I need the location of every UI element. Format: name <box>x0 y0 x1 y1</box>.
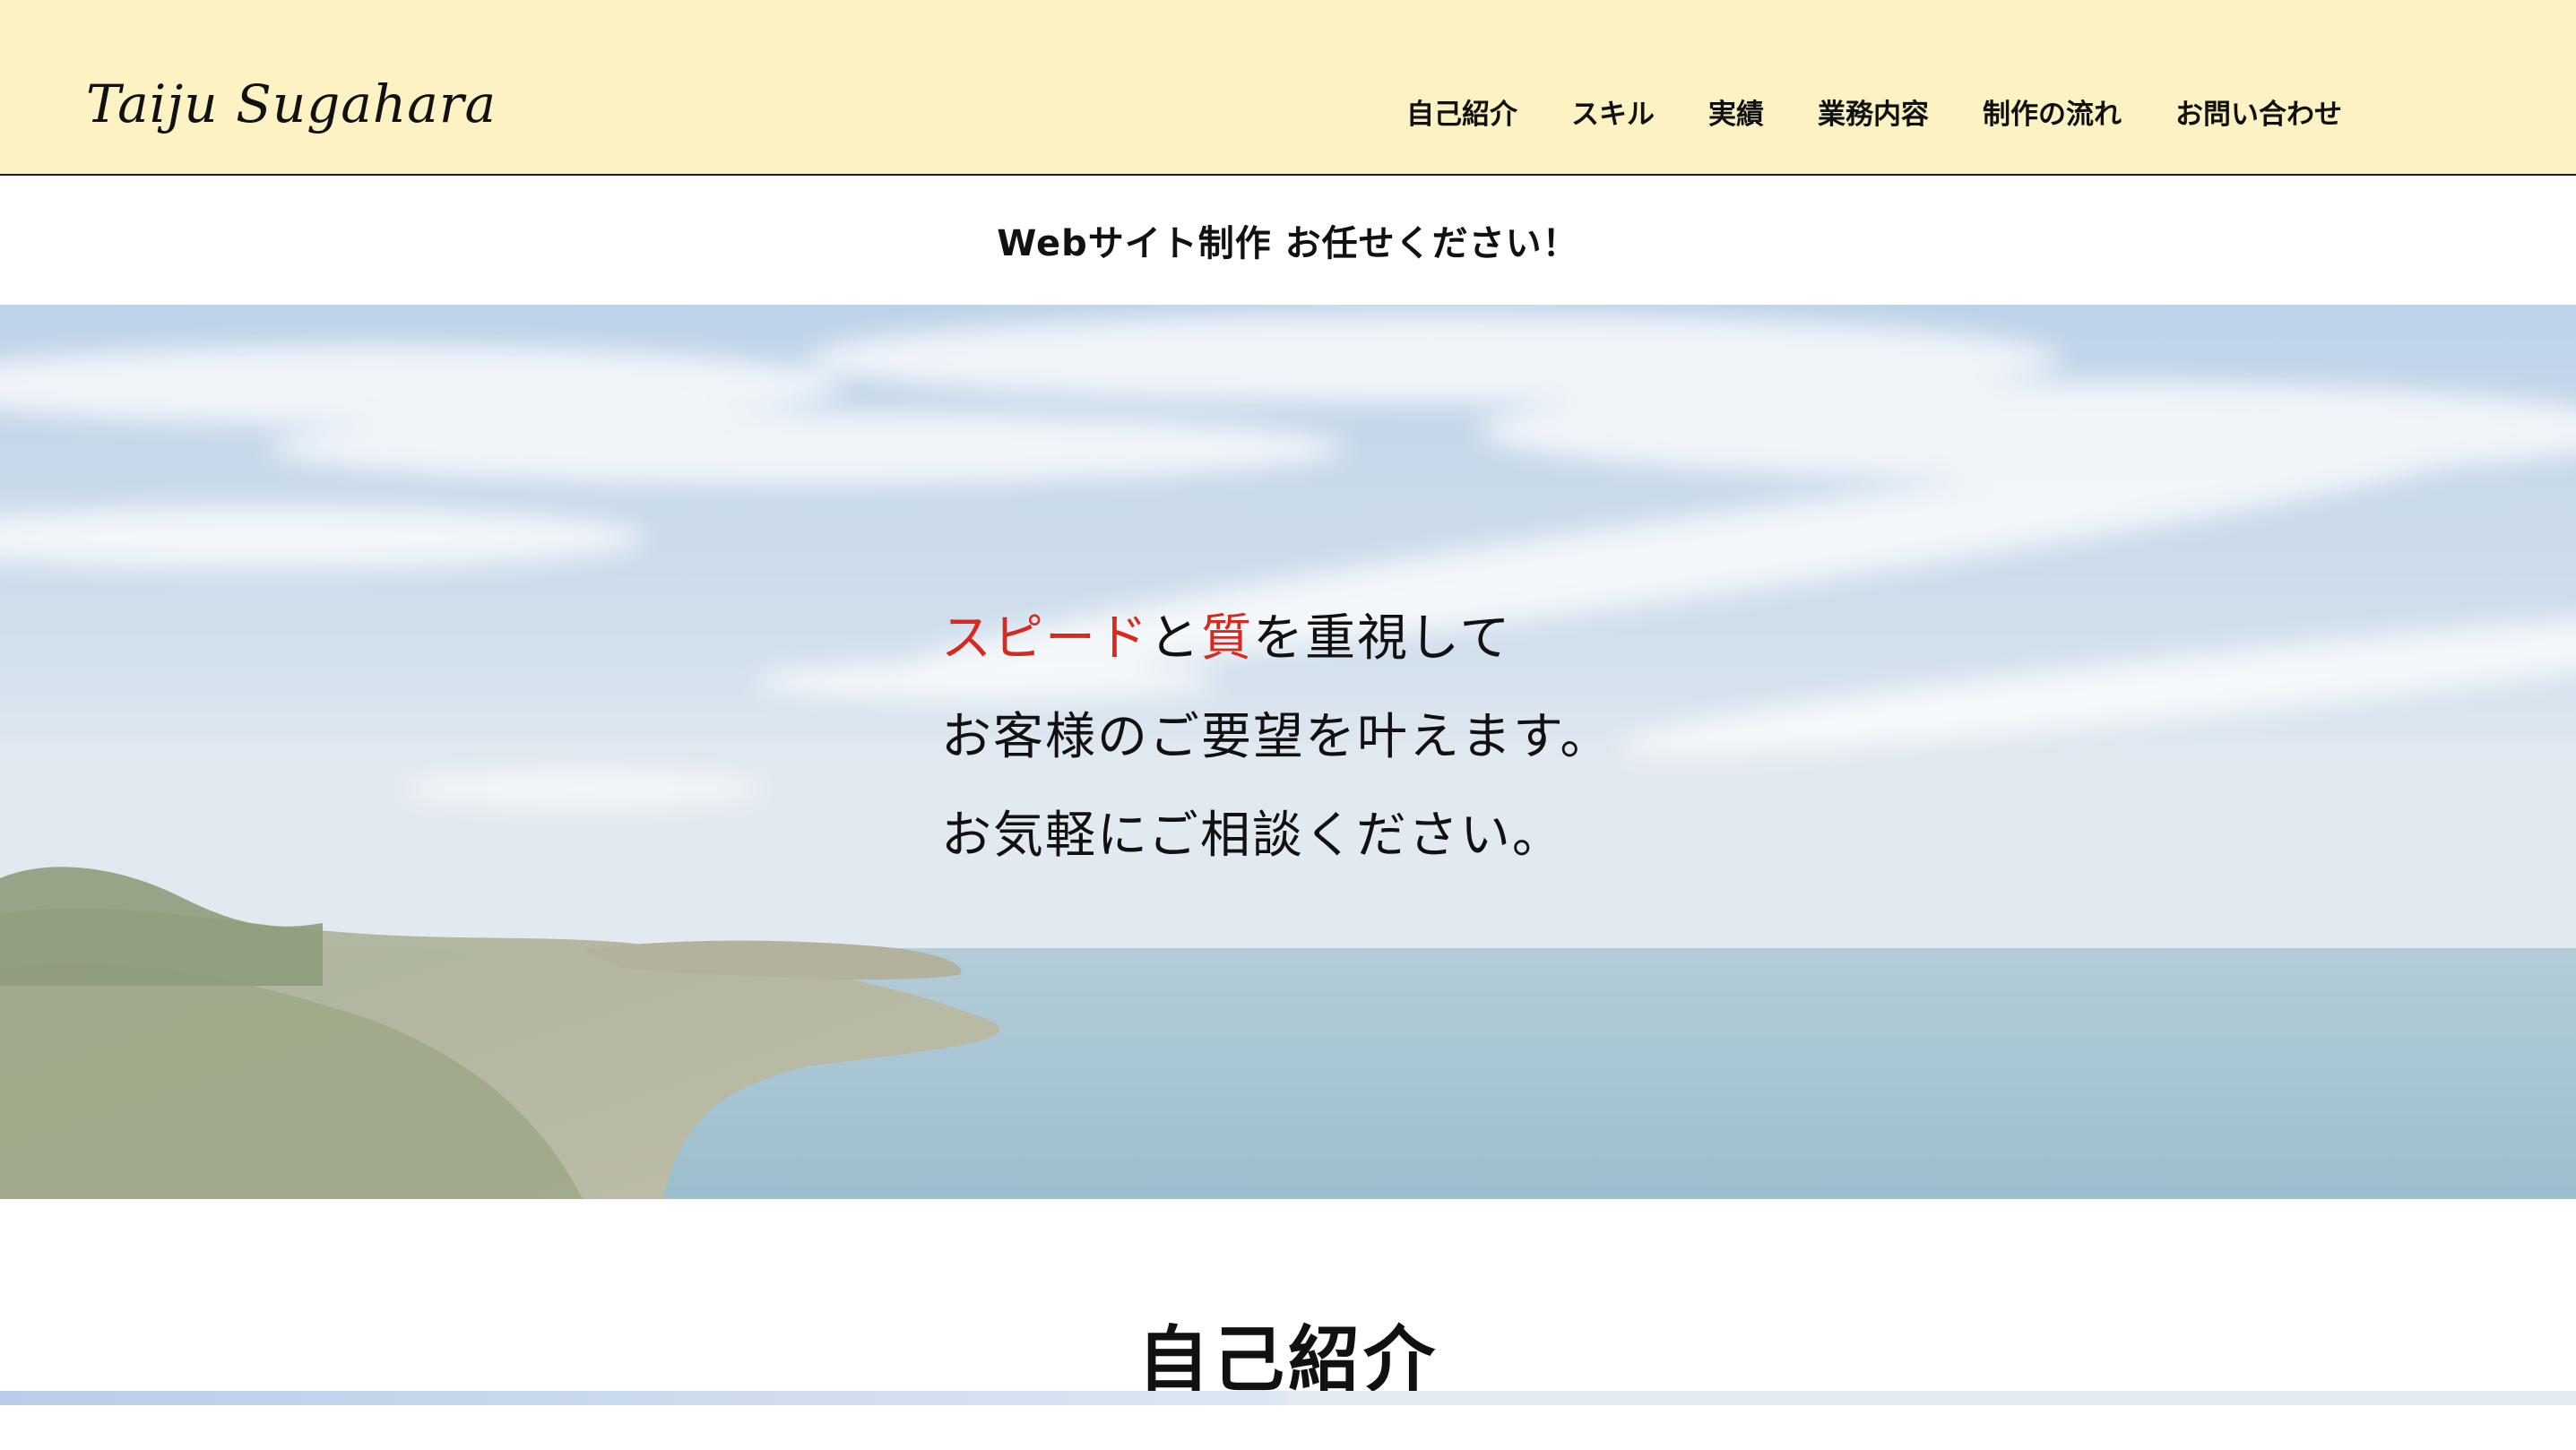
hero-line-3: お気軽にご相談ください。 <box>941 807 1564 865</box>
main-nav: 自己紹介 スキル 実績 業務内容 制作の流れ お問い合わせ <box>1406 91 2342 132</box>
nav-item-flow[interactable]: 制作の流れ <box>1983 91 2122 132</box>
hero-line-2: お客様のご要望を叶えます。 <box>941 708 1612 766</box>
section-title-about: 自己紹介 <box>1137 1318 1439 1403</box>
next-section-preview-right <box>1286 1391 2576 1405</box>
hero-line-1-mid: と <box>1149 609 1201 668</box>
hero-message: スピードと質を重視して お客様のご要望を叶えます。 お気軽にご相談ください。 <box>941 590 1612 885</box>
tagline-text: Webサイト制作 お任せください！ <box>997 223 1579 264</box>
hero-accent-quality: 質 <box>1201 609 1253 668</box>
tagline-bar: Webサイト制作 お任せください！ <box>0 176 2576 305</box>
site-logo[interactable]: Taiju Sugahara <box>86 73 497 134</box>
nav-item-about[interactable]: 自己紹介 <box>1406 91 1517 132</box>
nav-item-skills[interactable]: スキル <box>1571 91 1655 132</box>
nav-item-works[interactable]: 実績 <box>1708 91 1764 132</box>
nav-item-contact[interactable]: お問い合わせ <box>2175 91 2342 132</box>
nav-item-services[interactable]: 業務内容 <box>1818 91 1929 132</box>
hero-section: スピードと質を重視して お客様のご要望を叶えます。 お気軽にご相談ください。 <box>0 305 2576 1199</box>
hero-line-1: スピードと質を重視して <box>941 590 1612 688</box>
site-header: Taiju Sugahara 自己紹介 スキル 実績 業務内容 制作の流れ お問… <box>0 0 2576 176</box>
next-section-preview <box>0 1391 2576 1405</box>
next-section-preview-left <box>0 1391 1286 1405</box>
hero-line-1-rest: を重視して <box>1253 609 1512 668</box>
hero-accent-speed: スピード <box>941 609 1149 668</box>
